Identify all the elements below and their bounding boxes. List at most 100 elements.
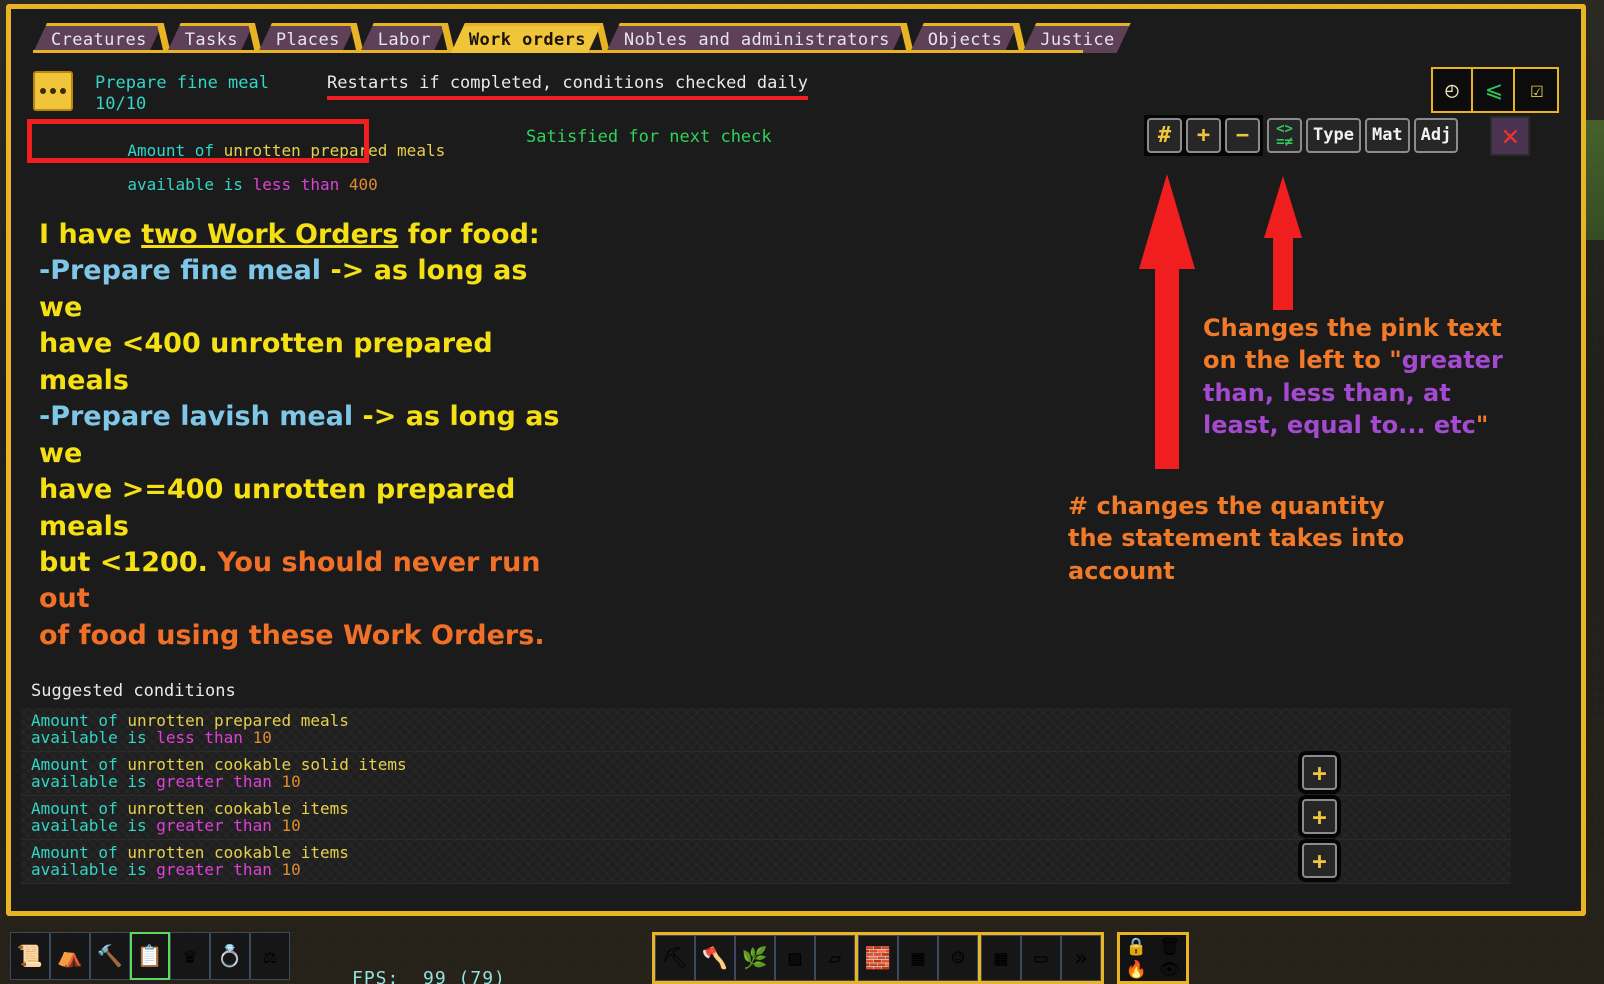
tab-separator — [1012, 23, 1027, 53]
scroll-check-icon[interactable]: 📜 — [10, 932, 50, 980]
annotation-quantity-text: # changes the quantity the statement tak… — [1068, 492, 1405, 585]
tab-objects[interactable]: Objects — [910, 23, 1018, 53]
cond-value — [339, 175, 349, 194]
sugg-comparator: greater than — [156, 860, 272, 879]
clipboard-add-icon[interactable]: ☑ — [1517, 69, 1557, 111]
type-button[interactable]: Type — [1306, 118, 1361, 153]
eraser-remove-icon[interactable]: ▱ — [815, 935, 855, 981]
sugg-seg3: available is — [31, 816, 157, 835]
tab-labor[interactable]: Labor — [360, 23, 447, 53]
tab-separator — [156, 23, 171, 53]
tab-places[interactable]: Places — [258, 23, 356, 53]
tab-justice[interactable]: Justice — [1022, 23, 1130, 53]
work-order-header-icons[interactable]: ◴ ⩽ ☑ — [1431, 67, 1559, 113]
furniture-build-icon[interactable]: ▦ — [898, 935, 938, 981]
pickaxe-mine-icon[interactable]: ⛏ — [655, 935, 695, 981]
quantity-button-group: # + − — [1144, 115, 1263, 156]
tent-place-icon[interactable]: ⛺ — [50, 932, 90, 980]
suggested-conditions-list[interactable]: Amount of unrotten prepared meals availab… — [21, 708, 1511, 884]
sugg-comparator: greater than — [156, 772, 272, 791]
quantity-button[interactable]: # — [1147, 118, 1182, 153]
game-screen: Creatures Tasks Places Labor Work orders Nobl… — [0, 0, 1604, 984]
annotation-arrow-quantity — [1139, 174, 1195, 469]
suggested-condition-row[interactable]: Amount of unrotten prepared meals availab… — [21, 708, 1511, 752]
sugg-value: 10 — [271, 772, 301, 791]
toolbar-segment: ▦ ▭» — [981, 935, 1101, 981]
sugg-value: 10 — [271, 816, 301, 835]
condition-toolbar[interactable]: # + − < > = ≠ Type Mat Adj ✕ — [1144, 115, 1531, 156]
dwarf-portrait-icon[interactable]: ☺ — [938, 935, 978, 981]
sugg-value: 10 — [242, 728, 272, 747]
work-order-title[interactable]: Prepare fine meal 10/10 — [95, 73, 269, 115]
anno-l3: have <400 unrotten prepared meals — [39, 328, 493, 396]
suggested-condition-text: Amount of unrotten cookable items availab… — [31, 800, 349, 834]
cond-value-number[interactable]: 400 — [349, 175, 378, 194]
advance-time-icon[interactable]: » — [1061, 935, 1101, 981]
work-order-dots-icon[interactable] — [33, 71, 73, 111]
hauling-vehicle-icon[interactable]: ▭ — [1021, 935, 1061, 981]
tab-separator — [247, 23, 262, 53]
toolbar-segment: 🧱 ▦ ☺ — [858, 935, 981, 981]
suggested-condition-text: Amount of unrotten cookable solid items a… — [31, 756, 407, 790]
crown-nobles-icon[interactable]: ♛ — [170, 932, 210, 980]
restart-note: Restarts if completed, conditions checke… — [327, 73, 809, 100]
comparison-add-icon[interactable]: ⩽ — [1475, 69, 1515, 111]
lock-icon[interactable]: 🔒 — [1120, 935, 1153, 958]
mat-button[interactable]: Mat — [1364, 118, 1410, 153]
suggested-condition-row[interactable]: Amount of unrotten cookable solid items a… — [21, 752, 1511, 796]
tab-separator — [899, 23, 914, 53]
display-options-toolbar[interactable]: 🔒 🗑 🔥 👁 — [1117, 932, 1189, 984]
condition-highlight-box — [27, 119, 369, 163]
anno-l4a: -Prepare lavish meal — [39, 401, 354, 433]
scales-justice-icon[interactable]: ⚖ — [250, 932, 290, 980]
annotation-main-text: I have two Work Orders for food: -Prepar… — [39, 217, 569, 654]
hammer-labor-icon[interactable]: 🔨 — [90, 932, 130, 980]
suggested-condition-row[interactable]: Amount of unrotten cookable items availab… — [21, 796, 1511, 840]
work-orders-panel: Creatures Tasks Places Labor Work orders Nobl… — [6, 4, 1586, 916]
clipboard-work-orders-icon[interactable]: 📋 — [130, 932, 170, 980]
tab-nobles-and-administrators[interactable]: Nobles and administrators — [606, 23, 906, 53]
anno-l1b: two Work Orders — [141, 219, 399, 250]
suggested-condition-text: Amount of unrotten prepared meals availab… — [31, 712, 349, 746]
plant-gather-icon[interactable]: 🌿 — [735, 935, 775, 981]
main-tab-bar[interactable]: Creatures Tasks Places Labor Work orders Nobl… — [11, 17, 1129, 53]
cond-seg3: available is — [127, 175, 253, 194]
cond-comparator[interactable]: less than — [253, 175, 340, 194]
comparator-glyph: < > = ≠ — [1276, 120, 1293, 150]
delete-condition-button[interactable]: ✕ — [1490, 115, 1531, 156]
build-construction-icon[interactable]: 🧱 — [858, 935, 898, 981]
suggested-condition-text: Amount of unrotten cookable items availab… — [31, 844, 349, 878]
decrement-button[interactable]: − — [1225, 118, 1260, 153]
anno-l2a: -Prepare fine meal — [39, 255, 322, 287]
annotation-comparator-text: Changes the pink text on the left to "gr… — [1203, 312, 1503, 442]
anno-l1a: I have — [39, 219, 142, 250]
clock-icon[interactable]: ◴ — [1433, 69, 1473, 111]
trash-icon[interactable]: 🗑 — [1153, 935, 1186, 958]
flame-icon[interactable]: 🔥 — [1120, 958, 1153, 981]
tab-creatures[interactable]: Creatures — [33, 23, 163, 53]
anno-l6a: but <1200. — [39, 546, 218, 578]
zone-grid-icon[interactable]: ▦ — [981, 935, 1021, 981]
eye-visibility-icon[interactable]: 👁 — [1153, 958, 1186, 981]
tab-separator — [349, 23, 364, 53]
anno-r-c: " — [1475, 411, 1489, 440]
condition-status: Satisfied for next check — [526, 127, 772, 147]
suggested-conditions-title: Suggested conditions — [31, 681, 236, 701]
tab-tasks[interactable]: Tasks — [167, 23, 254, 53]
tab-work-orders[interactable]: Work orders — [451, 23, 602, 53]
anno-l5: have >=400 unrotten prepared meals — [39, 474, 516, 542]
add-condition-button[interactable]: + — [1302, 799, 1337, 834]
axe-chop-tree-icon[interactable]: 🪓 — [695, 935, 735, 981]
left-menu-toolbar[interactable]: 📜 ⛺ 🔨 📋 ♛ 💍 ⚖ — [10, 932, 290, 984]
add-condition-button[interactable]: + — [1302, 843, 1337, 878]
amulet-objects-icon[interactable]: 💍 — [210, 932, 250, 980]
increment-button[interactable]: + — [1186, 118, 1221, 153]
adj-button[interactable]: Adj — [1413, 118, 1459, 153]
center-action-toolbar[interactable]: ⛏ 🪓 🌿 ▧ ▱ 🧱 ▦ ☺ ▦ ▭» — [652, 932, 1104, 984]
add-condition-button[interactable]: + — [1302, 755, 1337, 790]
stone-smooth-icon[interactable]: ▧ — [775, 935, 815, 981]
sugg-value: 10 — [271, 860, 301, 879]
comparator-button[interactable]: < > = ≠ — [1267, 118, 1302, 153]
suggested-condition-row[interactable]: Amount of unrotten cookable items availab… — [21, 840, 1511, 884]
sugg-comparator: greater than — [156, 816, 272, 835]
